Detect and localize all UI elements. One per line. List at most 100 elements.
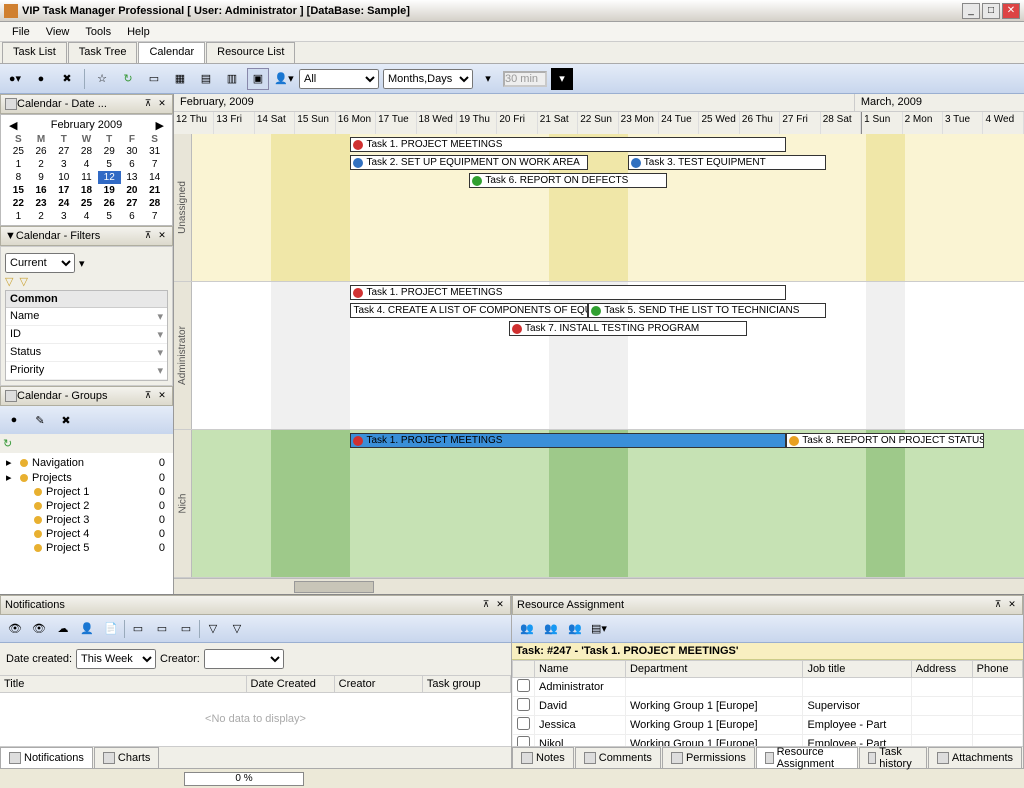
notif-btn-4[interactable]: 👤 (76, 618, 98, 640)
prev-month-icon[interactable]: ◀ (9, 119, 17, 132)
notif-btn-2[interactable]: 👁 (28, 618, 50, 640)
panel-close-icon[interactable]: ✕ (156, 230, 168, 242)
res-col-header[interactable]: Department (625, 661, 802, 678)
res-col-header[interactable]: Job title (803, 661, 911, 678)
day-header[interactable]: 26 Thu (740, 112, 780, 134)
day-header[interactable]: 16 Mon (336, 112, 376, 134)
resource-row[interactable]: NikolWorking Group 1 [Europe]Employee - … (513, 735, 1023, 747)
duration-dropdown[interactable]: ▾ (551, 68, 573, 90)
toolbar-btn-4[interactable]: ☆ (91, 68, 113, 90)
cal-day[interactable]: 5 (98, 158, 121, 171)
filter-dropdown-icon[interactable]: ▾ (79, 257, 85, 270)
cal-day[interactable]: 11 (75, 171, 98, 184)
filter-add-icon[interactable]: ▽ (5, 275, 13, 288)
notif-col-header[interactable]: Creator (335, 676, 423, 692)
panel-close-icon[interactable]: ✕ (156, 390, 168, 402)
assign-checkbox[interactable] (517, 736, 530, 746)
assign-checkbox[interactable] (517, 698, 530, 711)
panel-pin-icon[interactable]: ⊼ (142, 230, 154, 242)
notif-col-header[interactable]: Date Created (247, 676, 335, 692)
view-month-icon[interactable]: ▤ (195, 68, 217, 90)
notif-btn-1[interactable]: 👁 (4, 618, 26, 640)
cal-day[interactable]: 30 (121, 145, 144, 158)
date-created-select[interactable]: This Week (76, 649, 156, 669)
res-tab[interactable]: Notes (512, 747, 574, 768)
resource-row[interactable]: Administrator (513, 678, 1023, 697)
res-tab[interactable]: Attachments (928, 747, 1022, 768)
res-tab[interactable]: Task history (859, 747, 927, 768)
creator-select[interactable] (204, 649, 284, 669)
task-bar[interactable]: Task 2. SET UP EQUIPMENT ON WORK AREA (350, 155, 588, 170)
toolbar-btn-1[interactable]: ●▾ (4, 68, 26, 90)
cal-day[interactable]: 4 (75, 158, 98, 171)
res-btn-3[interactable]: 👥 (564, 618, 586, 640)
next-month-icon[interactable]: ▶ (156, 119, 164, 132)
filter-clear-icon[interactable]: ▽ (19, 275, 27, 288)
minimize-button[interactable]: _ (962, 3, 980, 19)
res-btn-2[interactable]: 👥 (540, 618, 562, 640)
assign-checkbox[interactable] (517, 717, 530, 730)
lane-body[interactable]: Task 1. PROJECT MEETINGS Task 4. CREATE A… (192, 282, 1024, 429)
day-header[interactable]: 17 Tue (376, 112, 416, 134)
task-bar[interactable]: Task 1. PROJECT MEETINGS (350, 285, 786, 300)
cal-day[interactable]: 15 (7, 184, 30, 197)
cal-day[interactable]: 2 (30, 158, 53, 171)
scale-dropdown-icon[interactable]: ▾ (477, 68, 499, 90)
resource-table[interactable]: NameDepartmentJob titleAddressPhone Admi… (512, 660, 1023, 746)
tree-item[interactable]: Project 50 (2, 541, 171, 555)
day-header[interactable]: 2 Mon (903, 112, 943, 134)
toolbar-btn-2[interactable]: ● (30, 68, 52, 90)
cal-day[interactable]: 26 (98, 197, 121, 210)
cal-day[interactable]: 1 (7, 158, 30, 171)
menu-help[interactable]: Help (119, 24, 158, 40)
cal-day[interactable]: 2 (30, 210, 53, 223)
funnel-icon[interactable]: ▽ (202, 618, 224, 640)
tree-item[interactable]: ▸Projects0 (2, 470, 171, 485)
tab-task-tree[interactable]: Task Tree (68, 42, 138, 63)
cal-day[interactable]: 25 (75, 197, 98, 210)
cal-day[interactable]: 1 (7, 210, 30, 223)
panel-pin-icon[interactable]: ⊼ (142, 98, 154, 110)
task-bar[interactable]: Task 1. PROJECT MEETINGS (350, 433, 786, 448)
notif-btn-7[interactable]: ▭ (151, 618, 173, 640)
cal-day[interactable]: 22 (7, 197, 30, 210)
notif-col-header[interactable]: Title (0, 676, 247, 692)
group-delete-icon[interactable]: ✖ (55, 409, 77, 431)
panel-date-header[interactable]: Calendar - Date ... ⊼ ✕ (0, 94, 173, 114)
toolbar-btn-3[interactable]: ✖ (56, 68, 78, 90)
group-edit-icon[interactable]: ✎ (29, 409, 51, 431)
cal-day[interactable]: 20 (121, 184, 144, 197)
cal-day[interactable]: 6 (121, 158, 144, 171)
panel-filters-header[interactable]: ▼ Calendar - Filters ⊼ ✕ (0, 226, 173, 246)
notif-col-header[interactable]: Task group (423, 676, 511, 692)
cal-day[interactable]: 27 (52, 145, 75, 158)
view-day-icon[interactable]: ▭ (143, 68, 165, 90)
refresh-icon[interactable]: ↻ (3, 438, 12, 450)
day-header[interactable]: 14 Sat (255, 112, 295, 134)
res-tab[interactable]: Permissions (662, 747, 755, 768)
filter-common-header[interactable]: Common (6, 291, 167, 308)
task-bar[interactable]: Task 7. INSTALL TESTING PROGRAM (509, 321, 747, 336)
cal-day[interactable]: 19 (98, 184, 121, 197)
day-header[interactable]: 12 Thu (174, 112, 214, 134)
tab-calendar[interactable]: Calendar (138, 42, 205, 63)
view-workweek-icon[interactable]: ▥ (221, 68, 243, 90)
cal-day[interactable]: 10 (52, 171, 75, 184)
task-bar[interactable]: Task 6. REPORT ON DEFECTS (469, 173, 667, 188)
cal-day[interactable]: 3 (52, 210, 75, 223)
day-header[interactable]: 25 Wed (699, 112, 739, 134)
cal-day[interactable]: 25 (7, 145, 30, 158)
resource-icon[interactable]: 👤▾ (273, 68, 295, 90)
tree-item[interactable]: Project 30 (2, 513, 171, 527)
cal-day[interactable]: 17 (52, 184, 75, 197)
res-col-header[interactable]: Name (535, 661, 626, 678)
task-bar[interactable]: Task 4. CREATE A LIST OF COMPONENTS OF E… (350, 303, 588, 318)
cal-day[interactable]: 16 (30, 184, 53, 197)
menu-tools[interactable]: Tools (77, 24, 119, 40)
close-button[interactable]: ✕ (1002, 3, 1020, 19)
filter-select[interactable]: All (299, 69, 379, 89)
day-header[interactable]: 3 Tue (943, 112, 983, 134)
cal-day[interactable]: 12 (98, 171, 121, 184)
cal-day[interactable]: 31 (143, 145, 166, 158)
day-header[interactable]: 22 Sun (578, 112, 618, 134)
